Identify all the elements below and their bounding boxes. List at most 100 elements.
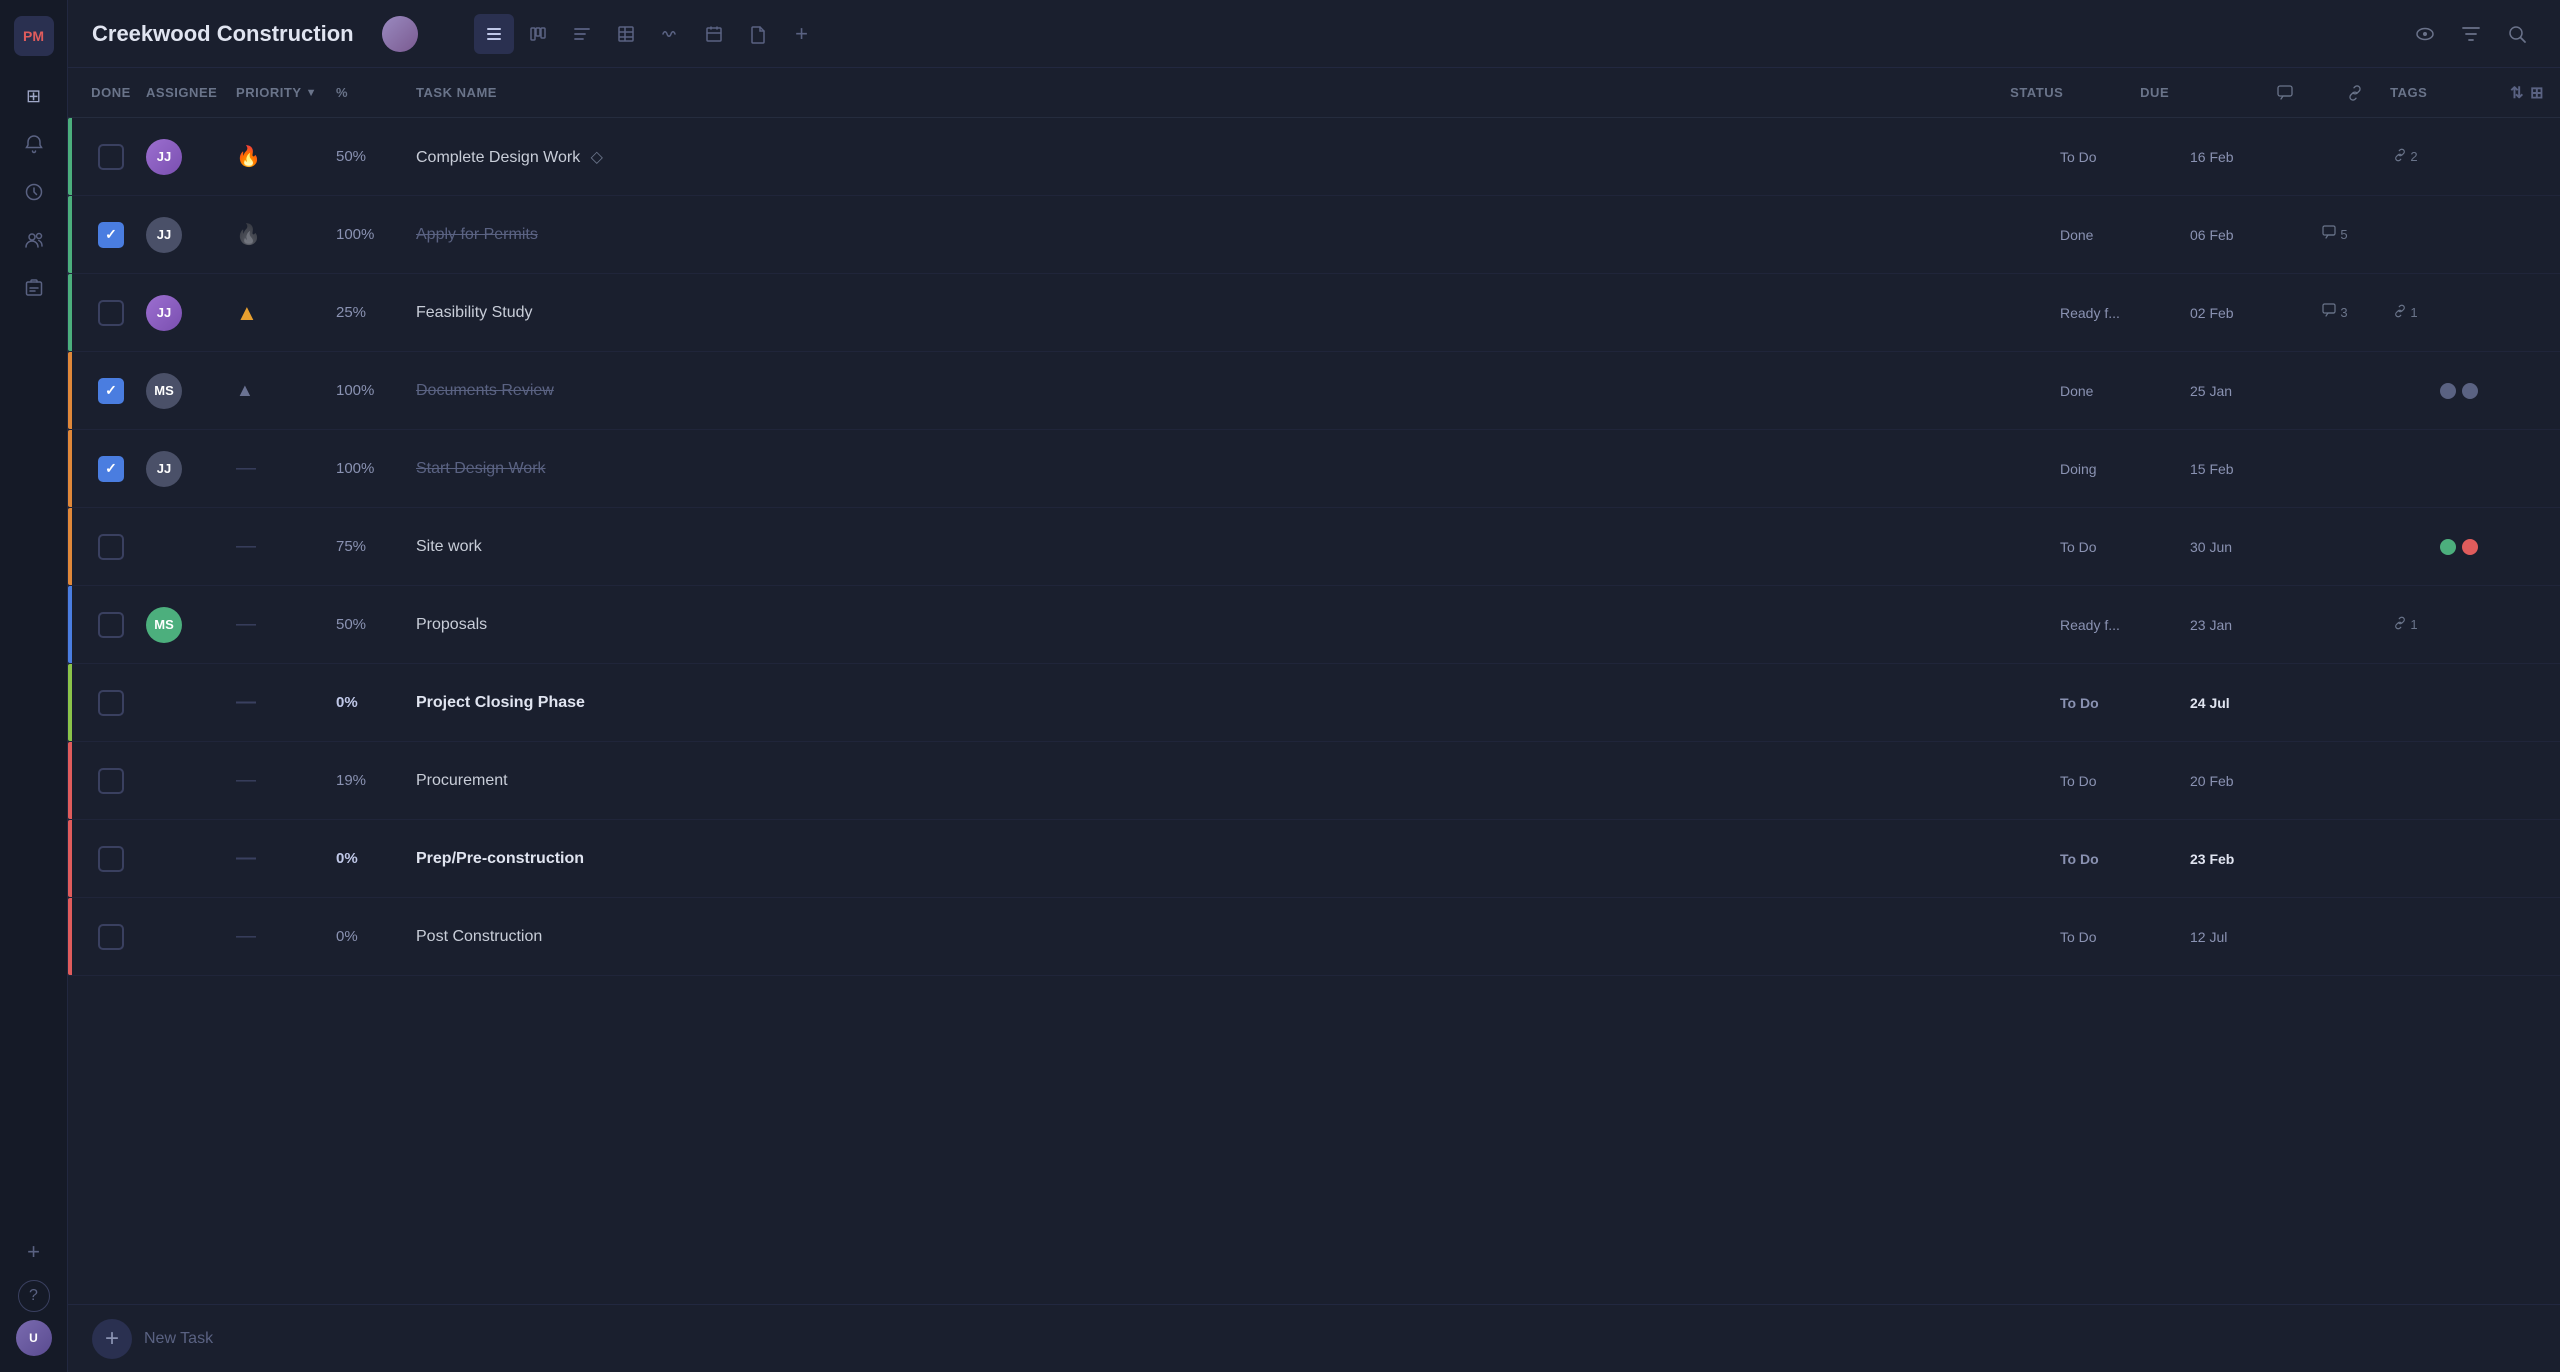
search-button[interactable] [2498,15,2536,53]
add-task-button[interactable]: + [92,1319,132,1359]
task-checkbox[interactable] [98,690,124,716]
board-view-button[interactable] [518,14,558,54]
timeline-view-button[interactable] [650,14,690,54]
col-status: STATUS [2010,85,2140,100]
task-checkbox[interactable] [98,534,124,560]
sidebar-help-icon[interactable]: ? [18,1280,50,1312]
task-due-cell[interactable]: 23 Feb [2190,851,2300,867]
table-row[interactable]: —75%Site workTo Do30 Jun [68,508,2560,586]
task-due-cell[interactable]: 02 Feb [2190,305,2300,321]
sort-controls: ⇅ ⊞ [2510,83,2560,103]
table-row[interactable]: JJ▲25%Feasibility StudyReady f...02 Feb3… [68,274,2560,352]
task-name-cell[interactable]: Prep/Pre-construction [416,850,2060,868]
table-view-button[interactable] [606,14,646,54]
task-due-cell[interactable]: 24 Jul [2190,695,2300,711]
task-status-cell[interactable]: Ready f... [2060,617,2190,633]
task-due-cell[interactable]: 23 Jan [2190,617,2300,633]
watch-icon[interactable] [2406,15,2444,53]
sidebar: PM ⊞ + ? U [0,0,68,1372]
task-status-cell[interactable]: Doing [2060,461,2190,477]
table-row[interactable]: MS—50%ProposalsReady f...23 Jan1 [68,586,2560,664]
table-row[interactable]: —0%Prep/Pre-constructionTo Do23 Feb [68,820,2560,898]
sidebar-item-time[interactable] [14,172,54,212]
task-checkbox[interactable] [98,300,124,326]
task-checkbox[interactable] [98,612,124,638]
assignee-avatar[interactable]: JJ [146,139,182,175]
list-view-button[interactable] [474,14,514,54]
task-checkbox[interactable] [98,378,124,404]
task-percent-cell: 100% [336,382,416,399]
task-status-cell[interactable]: To Do [2060,149,2190,165]
priority-icon: ▲ [236,380,254,401]
task-status-cell[interactable]: Done [2060,227,2190,243]
task-name-cell[interactable]: Start Design Work [416,460,2060,478]
sidebar-item-projects[interactable] [14,268,54,308]
task-assignee-cell: JJ [146,217,236,253]
task-due-cell[interactable]: 20 Feb [2190,773,2300,789]
task-checkbox[interactable] [98,456,124,482]
task-due-cell[interactable]: 15 Feb [2190,461,2300,477]
add-view-button[interactable]: + [782,14,822,54]
task-name-cell[interactable]: Feasibility Study [416,304,2060,322]
filter-options-icon[interactable]: ⊞ [2530,83,2544,103]
comment-icon [2322,225,2338,244]
gantt-view-button[interactable] [562,14,602,54]
task-tags-cell [2440,539,2560,555]
filter-button[interactable] [2452,15,2490,53]
sidebar-add-icon[interactable]: + [14,1232,54,1272]
task-name-cell[interactable]: Project Closing Phase [416,694,2060,712]
task-checkbox[interactable] [98,846,124,872]
task-percent-cell: 75% [336,538,416,555]
assignee-avatar[interactable]: MS [146,373,182,409]
task-status-cell[interactable]: To Do [2060,695,2190,711]
task-due-cell[interactable]: 16 Feb [2190,149,2300,165]
task-due-cell[interactable]: 25 Jan [2190,383,2300,399]
sidebar-item-notifications[interactable] [14,124,54,164]
col-priority[interactable]: PRIORITY ▼ [236,85,336,100]
task-name-cell[interactable]: Apply for Permits [416,226,2060,244]
table-row[interactable]: JJ—100%Start Design WorkDoing15 Feb [68,430,2560,508]
table-row[interactable]: —0%Post ConstructionTo Do12 Jul [68,898,2560,976]
task-status-cell[interactable]: To Do [2060,851,2190,867]
table-row[interactable]: —19%ProcurementTo Do20 Feb [68,742,2560,820]
task-due-cell[interactable]: 30 Jun [2190,539,2300,555]
user-avatar[interactable]: U [16,1320,52,1356]
sort-icon[interactable]: ⇅ [2510,83,2524,103]
table-row[interactable]: JJ🔥50%Complete Design Work ◇To Do16 Feb2 [68,118,2560,196]
assignee-avatar[interactable]: JJ [146,217,182,253]
task-status-cell[interactable]: To Do [2060,773,2190,789]
task-status-cell[interactable]: To Do [2060,539,2190,555]
task-comments-cell: 5 [2300,225,2370,244]
task-name-cell[interactable]: Post Construction [416,928,2060,946]
main-content: Creekwood Construction [68,0,2560,1372]
calendar-view-button[interactable] [694,14,734,54]
table-row[interactable]: MS ▲ 100%Documents ReviewDone25 Jan [68,352,2560,430]
sidebar-item-home[interactable]: ⊞ [14,76,54,116]
task-due-cell[interactable]: 12 Jul [2190,929,2300,945]
doc-view-button[interactable] [738,14,778,54]
col-links [2320,84,2390,102]
task-due-cell[interactable]: 06 Feb [2190,227,2300,243]
assignee-avatar[interactable]: JJ [146,295,182,331]
task-name-cell[interactable]: Documents Review [416,382,2060,400]
sidebar-item-users[interactable] [14,220,54,260]
task-checkbox[interactable] [98,924,124,950]
task-checkbox[interactable] [98,222,124,248]
task-checkbox[interactable] [98,768,124,794]
assignee-avatar[interactable]: JJ [146,451,182,487]
task-status-cell[interactable]: Done [2060,383,2190,399]
task-status-cell[interactable]: To Do [2060,929,2190,945]
task-checkbox-cell [76,222,146,248]
table-row[interactable]: JJ🔥100%Apply for PermitsDone06 Feb5 [68,196,2560,274]
priority-icon: — [236,847,254,870]
task-name-cell[interactable]: Proposals [416,616,2060,634]
task-checkbox[interactable] [98,144,124,170]
task-name-cell[interactable]: Procurement [416,772,2060,790]
assignee-avatar[interactable]: MS [146,607,182,643]
table-row[interactable]: —0%Project Closing PhaseTo Do24 Jul [68,664,2560,742]
task-name-cell[interactable]: Complete Design Work ◇ [416,147,2060,167]
row-accent-bar [68,742,72,819]
task-status-cell[interactable]: Ready f... [2060,305,2190,321]
task-name-cell[interactable]: Site work [416,538,2060,556]
task-links-cell: 1 [2370,615,2440,634]
